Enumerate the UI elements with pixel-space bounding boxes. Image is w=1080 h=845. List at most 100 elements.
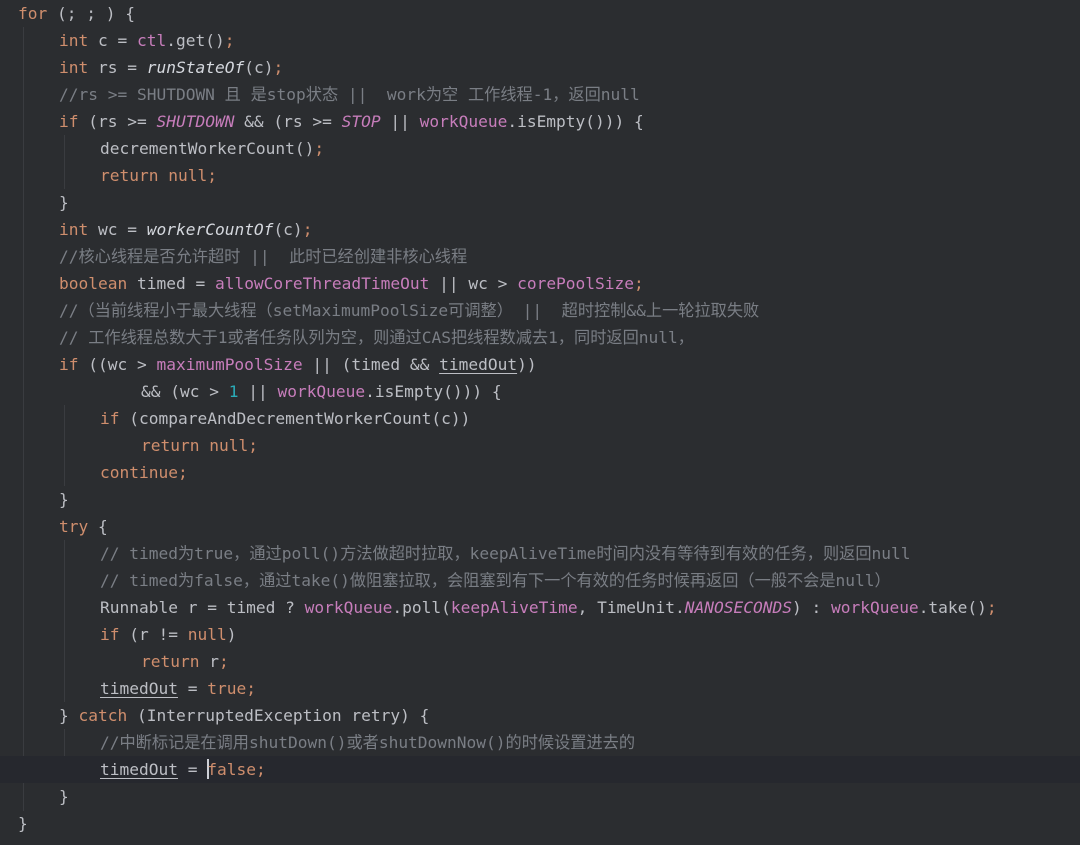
code-line[interactable]: int c = ctl.get(); [0,27,1080,54]
code-token: workQueue [830,598,919,617]
code-token: //rs >= SHUTDOWN 且 是stop状态 || work为空 工作线… [59,85,640,104]
code-line[interactable]: } [0,810,1080,837]
code-token: { [88,517,108,536]
code-token: timedOut [100,679,178,698]
code-line[interactable]: timedOut = false; [0,756,1080,783]
code-token: // timed为true，通过poll()方法做超时拉取，keepAliveT… [100,544,911,563]
code-line[interactable]: return null; [0,432,1080,459]
code-token: (c) [244,58,274,77]
code-token: .get() [166,31,225,50]
code-token: try [59,517,89,536]
code-token: rs = [88,58,147,77]
code-token: wc = [88,220,147,239]
code-token: decrementWorkerCount() [100,139,315,158]
code-token: } [59,490,69,509]
code-line[interactable]: return null; [0,162,1080,189]
code-token: ; [273,58,284,77]
code-line[interactable]: } [0,189,1080,216]
code-token: int [59,31,89,50]
code-token: if [100,409,120,428]
code-token: , TimeUnit. [577,598,685,617]
code-token: )) [517,355,537,374]
code-token: SHUTDOWN [156,112,235,131]
code-token: } [59,706,79,725]
code-token: .isEmpty())) { [507,112,644,131]
code-token: } [59,193,69,212]
code-token: && (wc > [141,382,229,401]
code-token: || [380,112,420,131]
code-line[interactable]: // 工作线程总数大于1或者任务队列为空，则通过CAS把线程数减去1，同时返回n… [0,324,1080,351]
code-token: || wc > [429,274,518,293]
code-token: ; [302,220,313,239]
code-token: return null; [141,436,258,455]
code-line[interactable]: } [0,783,1080,810]
code-line[interactable]: // timed为false，通过take()做阻塞拉取，会阻塞到有下一个有效的… [0,567,1080,594]
code-line[interactable]: //rs >= SHUTDOWN 且 是stop状态 || work为空 工作线… [0,81,1080,108]
code-token: } [59,787,69,806]
code-line[interactable]: } catch (InterruptedException retry) { [0,702,1080,729]
code-token: = [177,679,208,698]
code-token: .poll( [392,598,451,617]
code-token: //（当前线程小于最大线程（setMaximumPoolSize可调整） || … [59,301,760,320]
code-token: ; [986,598,997,617]
code-token: ctl [136,31,167,50]
code-line[interactable]: for (; ; ) { [0,0,1080,27]
code-line[interactable]: timedOut = true; [0,675,1080,702]
code-token: (compareAndDecrementWorkerCount(c)) [119,409,471,428]
code-token: && (rs >= [234,112,342,131]
code-token: ; [224,31,235,50]
code-line[interactable]: int wc = workerCountOf(c); [0,216,1080,243]
code-token: (; ; ) { [47,4,135,23]
code-token: (c) [273,220,303,239]
code-token: || (timed && [302,355,440,374]
code-line[interactable]: if (compareAndDecrementWorkerCount(c)) [0,405,1080,432]
code-token: timed = [127,274,215,293]
code-line[interactable]: decrementWorkerCount(); [0,135,1080,162]
code-token: r [199,652,219,671]
code-token: return null; [100,166,217,185]
code-token: if [100,625,120,644]
code-token: ; [218,652,229,671]
code-token: = [177,760,208,779]
code-line[interactable]: //（当前线程小于最大线程（setMaximumPoolSize可调整） || … [0,297,1080,324]
code-token: //核心线程是否允许超时 || 此时已经创建非核心线程 [59,247,468,266]
code-token: boolean [59,274,128,293]
code-token: workQueue [419,112,508,131]
code-token: .take() [918,598,987,617]
code-line[interactable]: if (r != null) [0,621,1080,648]
code-token: workerCountOf [146,220,274,239]
code-token: ) [226,625,237,644]
code-token: return [141,652,200,671]
code-token: Runnable r = timed ? [100,598,305,617]
code-token: c = [88,31,137,50]
code-line[interactable]: continue; [0,459,1080,486]
code-line[interactable]: boolean timed = allowCoreThreadTimeOut |… [0,270,1080,297]
code-token: STOP [341,112,381,131]
code-line[interactable]: int rs = runStateOf(c); [0,54,1080,81]
code-line[interactable]: Runnable r = timed ? workQueue .poll(keep… [0,594,1080,621]
code-token: runStateOf [146,58,245,77]
code-line[interactable]: if (rs >= SHUTDOWN && (rs >= STOP || wor… [0,108,1080,135]
code-line[interactable]: //中断标记是在调用shutDown()或者shutDownNow()的时候设置… [0,729,1080,756]
code-token: corePoolSize [517,274,635,293]
code-token: if [59,355,79,374]
code-token: null [187,625,227,644]
code-token: int [59,58,89,77]
code-token: true; [207,679,256,698]
code-token: (InterruptedException retry) { [127,706,430,725]
code-token: allowCoreThreadTimeOut [214,274,430,293]
code-line[interactable]: return r; [0,648,1080,675]
code-token: keepAliveTime [450,598,578,617]
code-token: int [59,220,89,239]
code-token: || [238,382,278,401]
code-token: (r != [119,625,188,644]
code-line[interactable]: } [0,486,1080,513]
code-token: for [18,4,48,23]
code-token: ; [314,139,325,158]
code-line[interactable]: // timed为true，通过poll()方法做超时拉取，keepAliveT… [0,540,1080,567]
code-line[interactable]: if ((wc > maximumPoolSize || (timed && t… [0,351,1080,378]
code-line[interactable]: //核心线程是否允许超时 || 此时已经创建非核心线程 [0,243,1080,270]
code-line[interactable]: try { [0,513,1080,540]
code-editor[interactable]: for (; ; ) {int c = ctl.get(); int rs = r… [0,0,1080,845]
code-line[interactable]: && (wc > 1 || workQueue.isEmpty())) { [0,378,1080,405]
